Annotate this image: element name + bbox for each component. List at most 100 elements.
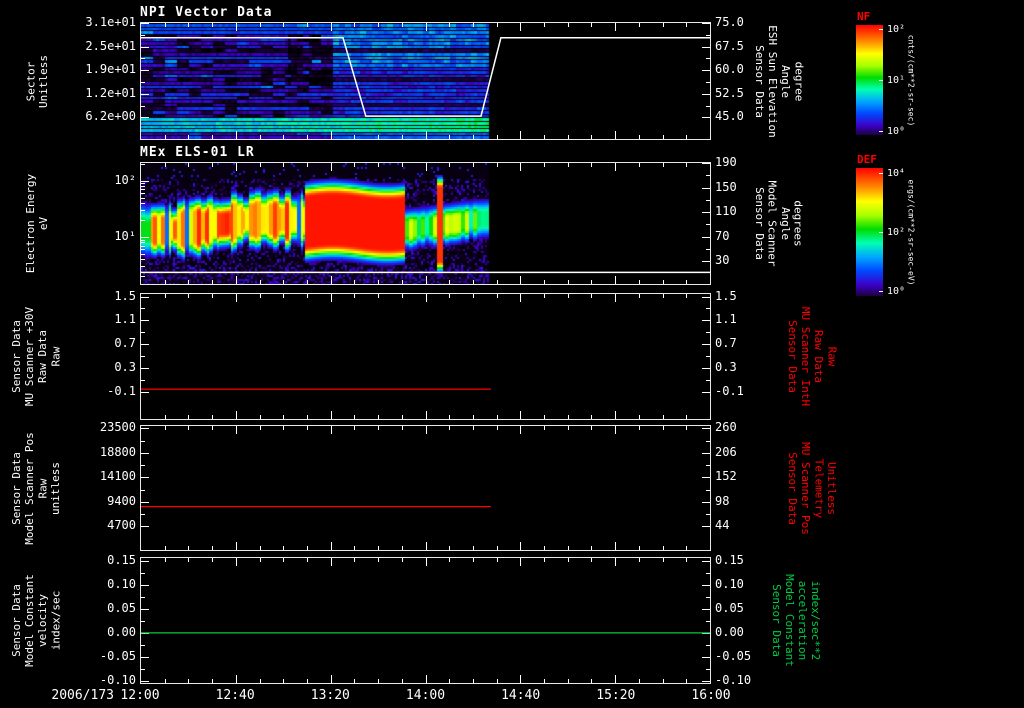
time-tick [283,558,284,562]
time-tick [449,294,450,298]
time-tick [260,415,261,419]
y-axis-tick-label: 0.3 [715,360,737,375]
left-axis-label-column: velocity [36,557,49,684]
time-tick [402,135,403,139]
time-tick [378,280,379,284]
y-axis-tick [702,261,710,262]
time-tick [568,23,569,27]
time-tick [236,294,237,302]
model-scanner-pos-panel [140,425,711,551]
y-axis-tick-label: -0.10 [715,673,752,688]
y-axis-tick-label: 0.15 [715,552,744,567]
left-axis-label-line: Electron Energy [24,173,37,274]
y-axis-tick [141,220,145,221]
y-axis-tick [706,106,710,107]
right-axis-label: Sensor Data MU Scanner IntH Raw Data Raw [786,293,838,420]
time-tick [212,23,213,27]
time-tick [402,280,403,284]
panel-npi-title: NPI Vector Data [140,5,273,20]
right-axis-label-line: Sensor Data [753,44,767,118]
time-tick [283,135,284,139]
y-axis-tick [702,188,710,189]
time-tick [497,558,498,562]
time-tick [615,411,616,419]
right-axis-label-line: Sensor Data [770,584,784,657]
time-tick [544,679,545,683]
time-axis: 2006/173 12:00 12:40 13:20 14:00 14:40 15:20 16… [0,688,1024,706]
time-tick [307,294,308,298]
time-tick [663,415,664,419]
time-tick [426,294,427,302]
y-axis-tick [702,477,710,478]
y-axis-tick [702,344,710,345]
y-axis-tick [141,621,145,622]
time-tick [615,23,616,31]
right-axis-label-line: ESH Sun Elevation [766,24,779,138]
y-axis-tick [141,320,149,321]
right-axis-label-column: Angle [779,162,792,285]
right-axis-label-column: Sensor Data [770,557,783,684]
y-axis-tick [141,428,149,429]
colorbar-unit: ergs/(cm**2-sr-sec-eV) [905,168,917,296]
colorbar-tick [879,232,883,233]
right-axis-label-column: Sensor Data [753,162,766,285]
time-tick [165,135,166,139]
right-axis-label-line: degrees [792,200,806,247]
time-tick [497,135,498,139]
y-axis-tick [141,246,145,247]
left-axis-label-line: Sensor Data [10,451,24,525]
panel-line-overlay [141,388,491,390]
time-tick [473,135,474,139]
time-tick [568,294,569,298]
time-tick [402,23,403,27]
time-tick [449,546,450,550]
y-axis-tick [702,368,710,369]
right-axis-label-line: Unitless [825,461,839,515]
time-tick [426,675,427,683]
y-axis-tick [702,47,710,48]
left-axis-label-column: Sector [24,22,37,140]
colorbar-tick-label: 10¹ [887,75,906,86]
y-axis-tick-label: 9400 [107,493,136,508]
time-tick [568,546,569,550]
y-axis-tick [141,561,149,562]
time-tick [402,415,403,419]
time-tick [473,415,474,419]
y-axis-tick [141,94,149,95]
time-tick [354,280,355,284]
time-tick [473,558,474,562]
time-tick [307,679,308,683]
y-axis-tick-label: 0.00 [107,624,136,639]
right-axis-label: Sensor Data Model Constant acceleration ind… [770,557,822,684]
left-axis-label-line: index/sec [49,590,63,651]
time-tick [497,280,498,284]
nf-colorbar: NF 10² 10¹ 10⁰ cnts/(cm**2-sr-sec) [856,10,926,137]
y-axis-tick [702,117,710,118]
y-axis-tick [141,203,145,204]
left-axis-label: Sensor Data Model Scanner Pos Raw unitless [10,425,62,551]
y-axis-tick-label: 1.5 [114,288,136,303]
y-axis-tick-label: -0.05 [715,649,752,663]
time-tick [520,675,521,683]
y-axis-tick-label: 18800 [99,444,136,459]
panel-line-overlay [141,632,710,634]
time-tick [260,23,261,27]
time-tick [426,163,427,171]
left-axis-label-line: Raw Data [36,330,50,383]
time-tick [260,280,261,284]
time-tick [544,23,545,27]
time-tick [236,558,237,566]
time-tick [497,546,498,550]
y-axis-tick-label: 44 [715,518,730,533]
y-axis-tick-label: 98 [715,493,730,508]
right-axis-label-column: Telemetry [812,425,825,551]
left-axis-label-line: Raw [36,478,49,498]
time-tick [188,163,189,167]
colorbar-title: NF [857,10,871,23]
time-tick [307,415,308,419]
time-tick [378,135,379,139]
y-axis-tick [141,514,145,515]
left-axis-label-column: unitless [49,425,62,551]
colorbar-tick-label: 10⁰ [887,125,906,137]
time-tick [544,558,545,562]
